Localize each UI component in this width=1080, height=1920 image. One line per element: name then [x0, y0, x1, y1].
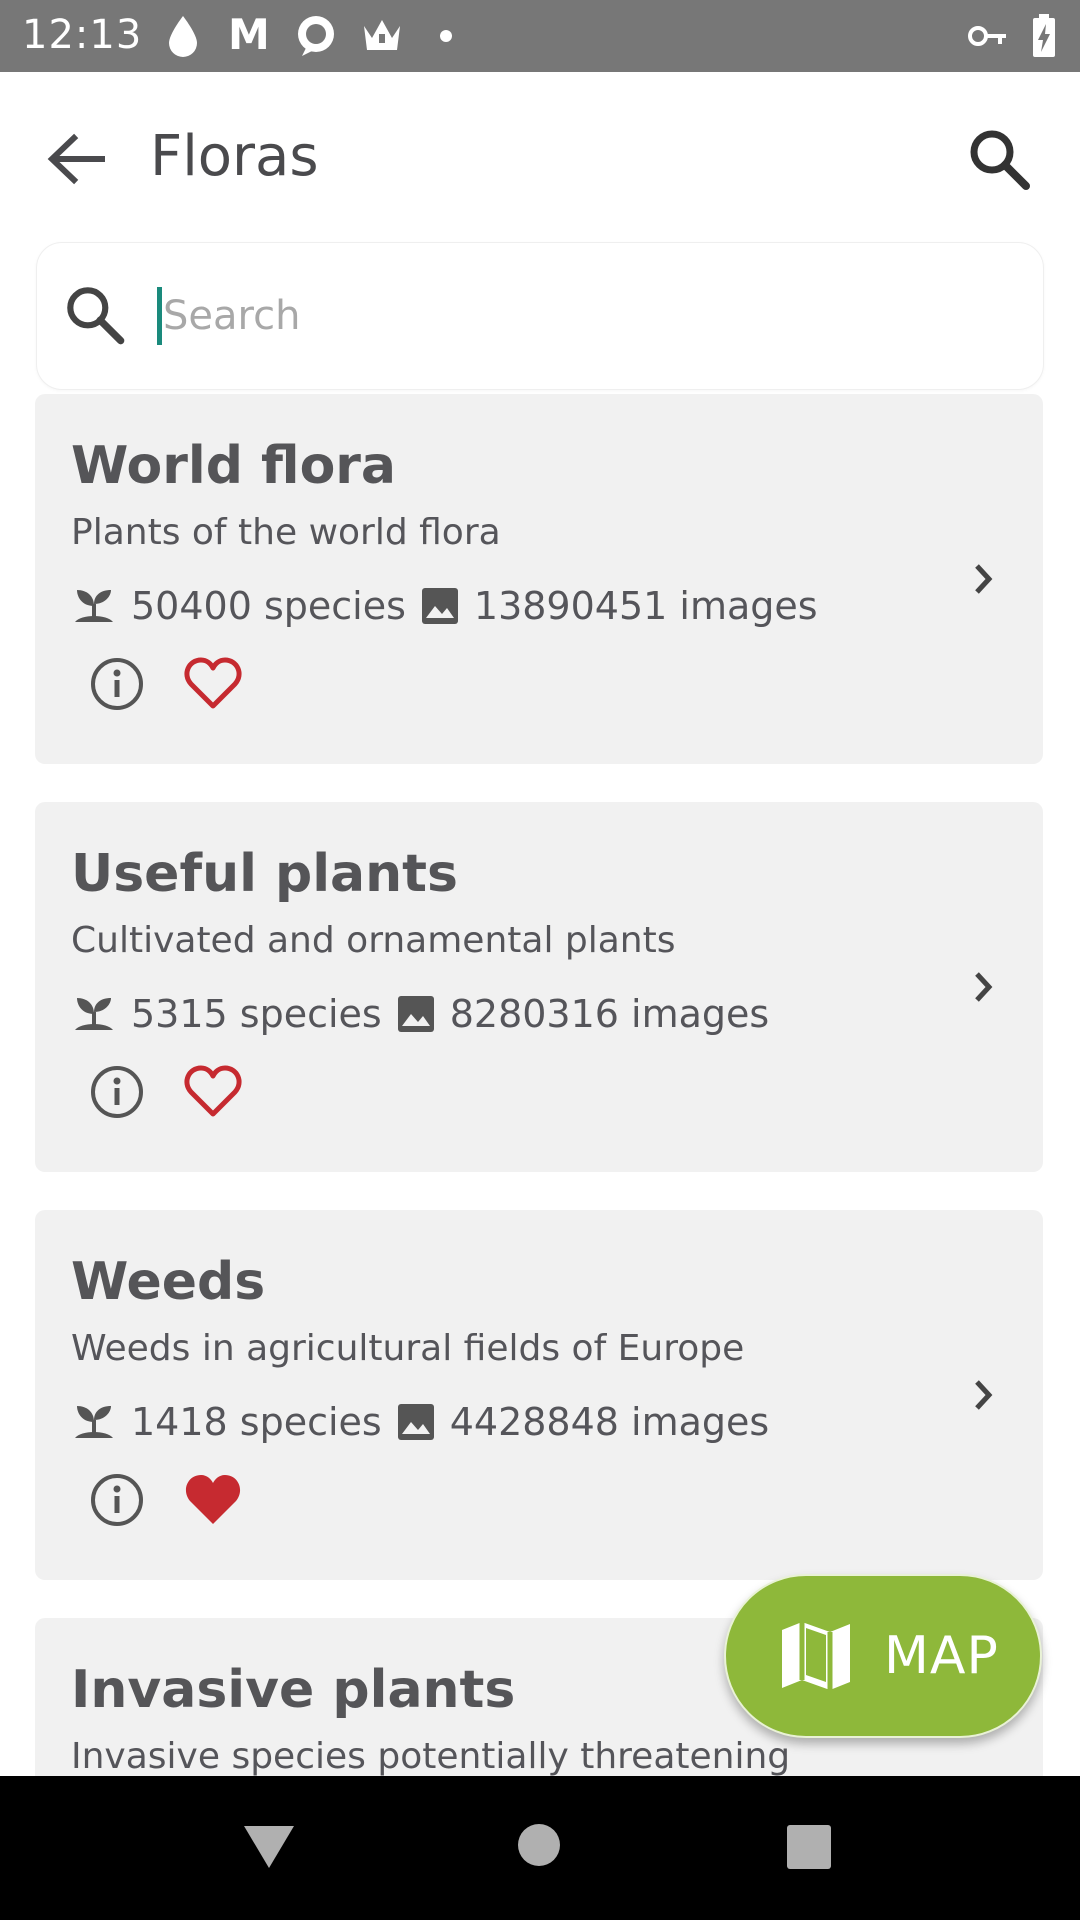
- drop-icon: [169, 16, 197, 57]
- flora-stats: 50400 species 13890451 images: [71, 582, 818, 630]
- chevron-right-icon[interactable]: [959, 554, 1009, 604]
- back-arrow-icon[interactable]: [40, 124, 110, 194]
- search-icon[interactable]: [964, 124, 1034, 194]
- map-icon: [782, 1622, 850, 1690]
- battery-charging-icon: [1033, 14, 1055, 57]
- search-field[interactable]: [36, 242, 1044, 390]
- species-count: 50400 species: [131, 584, 406, 628]
- notification-badge-icon: [298, 16, 334, 56]
- heart-outline-icon[interactable]: [183, 656, 243, 712]
- search-field-icon: [67, 287, 125, 345]
- images-count: 8280316 images: [449, 992, 770, 1036]
- crown-icon: [364, 20, 400, 50]
- status-bar: 12:13 M: [0, 0, 1080, 72]
- vpn-key-icon: [968, 26, 1006, 46]
- flora-list[interactable]: World flora Plants of the world flora 50…: [0, 394, 1080, 1776]
- flora-card-world-flora[interactable]: World flora Plants of the world flora 50…: [35, 394, 1043, 764]
- info-icon[interactable]: [89, 656, 145, 712]
- info-icon[interactable]: [89, 1472, 145, 1528]
- chevron-right-icon[interactable]: [959, 962, 1009, 1012]
- flora-title: World flora: [71, 436, 397, 496]
- flora-subtitle: Invasive species potentially threatening: [71, 1736, 791, 1776]
- sprout-icon: [75, 998, 113, 1030]
- map-button[interactable]: MAP: [724, 1574, 1042, 1738]
- sprout-icon: [75, 1406, 113, 1438]
- species-count: 1418 species: [131, 1400, 382, 1444]
- flora-stats: 5315 species 8280316 images: [71, 990, 769, 1038]
- images-count: 13890451 images: [473, 584, 818, 628]
- flora-card-weeds[interactable]: Weeds Weeds in agricultural fields of Eu…: [35, 1210, 1043, 1580]
- image-icon: [397, 1404, 434, 1440]
- gmail-icon: M: [228, 10, 270, 59]
- nav-home-icon[interactable]: [516, 1822, 562, 1868]
- species-count: 5315 species: [131, 992, 382, 1036]
- nav-back-icon[interactable]: [242, 1822, 296, 1872]
- flora-title: Invasive plants: [71, 1660, 516, 1720]
- system-nav-bar: [0, 1776, 1080, 1920]
- flora-subtitle: Cultivated and ornamental plants: [71, 920, 676, 961]
- flora-title: Weeds: [71, 1252, 266, 1312]
- nav-recents-icon[interactable]: [786, 1824, 832, 1870]
- map-button-label: MAP: [884, 1626, 999, 1686]
- app-bar: Floras: [0, 72, 1080, 242]
- search-input[interactable]: [157, 281, 1023, 351]
- heart-filled-icon[interactable]: [183, 1472, 243, 1528]
- flora-title: Useful plants: [71, 844, 458, 904]
- image-icon: [397, 996, 434, 1032]
- flora-stats: 1418 species 4428848 images: [71, 1398, 769, 1446]
- status-time: 12:13: [22, 12, 143, 58]
- info-icon[interactable]: [89, 1064, 145, 1120]
- heart-outline-icon[interactable]: [183, 1064, 243, 1120]
- flora-card-useful-plants[interactable]: Useful plants Cultivated and ornamental …: [35, 802, 1043, 1172]
- image-icon: [421, 588, 458, 624]
- chevron-right-icon[interactable]: [959, 1370, 1009, 1420]
- flora-subtitle: Plants of the world flora: [71, 512, 501, 553]
- page-title: Floras: [150, 124, 319, 189]
- more-notifications-dot: [440, 30, 452, 42]
- images-count: 4428848 images: [449, 1400, 770, 1444]
- sprout-icon: [75, 590, 113, 622]
- flora-subtitle: Weeds in agricultural fields of Europe: [71, 1328, 745, 1369]
